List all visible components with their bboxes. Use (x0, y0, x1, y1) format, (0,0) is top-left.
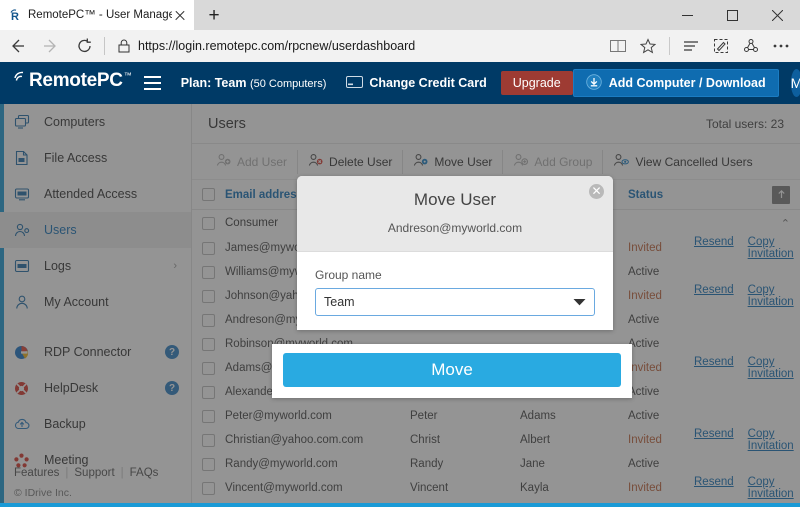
maximize-icon[interactable] (710, 0, 755, 30)
browser-tab[interactable]: R RemotePC™ - User Management (0, 0, 194, 30)
favorites-star-icon[interactable] (633, 30, 663, 62)
share-icon[interactable] (736, 30, 766, 62)
dialog-header: Move User Andreson@myworld.com ✕ (297, 176, 613, 252)
svg-text:R: R (11, 11, 19, 23)
close-window-icon[interactable] (755, 0, 800, 30)
toolbar-divider (104, 37, 105, 55)
plan-info: Plan: Team (50 Computers) (181, 76, 327, 90)
change-credit-card-button[interactable]: Change Credit Card (346, 76, 486, 91)
dialog-footer: Move (272, 344, 632, 398)
toolbar-divider-2 (669, 37, 670, 55)
remotepc-favicon: R (8, 8, 23, 23)
browser-toolbar: https://login.remotepc.com/rpcnew/userda… (0, 30, 800, 62)
refresh-icon[interactable] (68, 30, 102, 62)
window-controls (665, 0, 800, 30)
plan-label: Plan: Team (181, 76, 247, 90)
lock-icon (114, 39, 134, 53)
avatar[interactable]: M (791, 69, 800, 97)
dialog-title: Move User (297, 190, 613, 210)
change-credit-card-label: Change Credit Card (369, 76, 486, 90)
app-header: RemotePC ™ Plan: Team (50 Computers) Cha… (0, 62, 800, 104)
move-submit-button[interactable]: Move (283, 353, 621, 387)
credit-card-icon (346, 76, 363, 91)
bottom-accent-bar (0, 503, 800, 507)
close-tab-icon[interactable] (172, 7, 188, 23)
dialog-subtitle-email: Andreson@myworld.com (297, 221, 613, 235)
brand-text: RemotePC (29, 71, 123, 91)
minimize-icon[interactable] (665, 0, 710, 30)
plan-detail: (50 Computers) (250, 78, 326, 90)
forward-arrow-icon[interactable] (34, 30, 68, 62)
chevron-down-icon (573, 293, 586, 311)
close-icon[interactable]: ✕ (589, 184, 604, 199)
hamburger-menu-icon[interactable] (144, 72, 161, 94)
logo-signal-icon (12, 71, 28, 96)
upgrade-button[interactable]: Upgrade (501, 71, 573, 95)
browser-titlebar: R RemotePC™ - User Management + (0, 0, 800, 30)
back-arrow-icon[interactable] (0, 30, 34, 62)
brand-trademark: ™ (124, 71, 132, 81)
dialog-body: Group name Team (297, 252, 613, 330)
address-bar[interactable]: https://login.remotepc.com/rpcnew/userda… (110, 30, 603, 62)
group-name-selected-value: Team (324, 295, 355, 309)
add-computer-label: Add Computer / Download (609, 76, 766, 90)
download-icon (586, 74, 602, 93)
reading-list-icon[interactable] (676, 30, 706, 62)
remotepc-logo[interactable]: RemotePC ™ (0, 71, 132, 96)
new-tab-button[interactable]: + (196, 0, 232, 30)
add-computer-download-button[interactable]: Add Computer / Download (573, 69, 779, 97)
move-user-dialog: Move User Andreson@myworld.com ✕ Group n… (297, 176, 613, 330)
group-name-field-label: Group name (315, 268, 595, 282)
group-name-select[interactable]: Team (315, 288, 595, 316)
url-text: https://login.remotepc.com/rpcnew/userda… (134, 39, 415, 53)
more-settings-icon[interactable] (766, 30, 796, 62)
web-notes-icon[interactable] (706, 30, 736, 62)
browser-toolbar-actions (603, 30, 800, 62)
tab-title: RemotePC™ - User Management (28, 9, 172, 21)
reading-view-icon[interactable] (603, 30, 633, 62)
